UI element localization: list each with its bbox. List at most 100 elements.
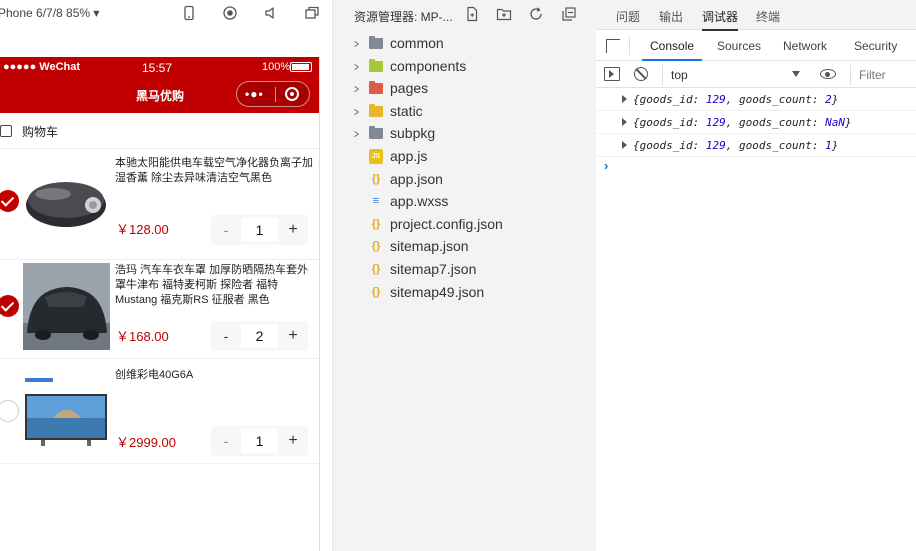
battery-percent: 100% (262, 61, 291, 73)
cart-item: 本驰太阳能供电车载空气净化器负离子加湿香薰 除尘去异味清洁空气黑色 ￥128.0… (0, 153, 319, 259)
device-selector[interactable]: Phone 6/7/8 85% ▾ (0, 6, 99, 20)
chevron-down-icon: ▾ (93, 6, 100, 20)
tab-output[interactable]: 输出 (659, 8, 683, 25)
filter-input[interactable] (850, 65, 916, 85)
cart-title: 购物车 (22, 124, 59, 139)
console-log-row[interactable]: {goods_id: 129, goods_count: NaN} (596, 112, 916, 134)
inspect-element-icon[interactable] (606, 39, 620, 53)
tree-folder[interactable]: > static (333, 101, 596, 123)
tree-file[interactable]: {} app.json (333, 169, 596, 191)
tree-item-label: app.wxss (390, 193, 449, 210)
tree-folder[interactable]: > common (333, 33, 596, 55)
tab-network[interactable]: Network (783, 39, 827, 53)
console-prompt[interactable]: › (604, 158, 608, 173)
file-icon: {} (371, 217, 381, 230)
decrease-button[interactable]: - (211, 321, 241, 351)
item-checkbox[interactable] (0, 190, 19, 212)
decrease-button[interactable]: - (211, 426, 241, 456)
item-checkbox[interactable] (0, 295, 19, 317)
tree-file[interactable]: JS app.js (333, 146, 596, 168)
phone-screen: ●●●●● WeChat 15:57 100% 黑马优购 •●• 购物车 本驰太… (0, 57, 320, 551)
tree-item-label: sitemap49.json (390, 283, 485, 300)
console-log-row[interactable]: {goods_id: 129, goods_count: 1} (596, 135, 916, 157)
file-icon: JS (369, 149, 383, 164)
tree-folder[interactable]: > components (333, 56, 596, 78)
folder-icon (369, 126, 383, 140)
cart-item: 浩玛 汽车车衣车罩 加厚防晒隔热车套外罩牛津布 福特麦柯斯 探险者 福特Must… (0, 263, 319, 369)
increase-button[interactable]: + (278, 426, 308, 456)
tree-item-label: app.js (390, 148, 428, 164)
collapse-all-icon[interactable] (561, 6, 577, 22)
chevron-right-icon[interactable]: > (354, 105, 359, 119)
tree-item-label: common (390, 35, 444, 51)
tree-file[interactable]: {} sitemap7.json (333, 259, 596, 281)
new-file-icon[interactable] (464, 6, 480, 22)
tree-folder[interactable]: > subpkg (333, 123, 596, 145)
tree-file[interactable]: ≡ app.wxss (333, 191, 596, 213)
log-text: {goods_id: 129, goods_count: 2} (633, 93, 839, 106)
folder-icon (369, 58, 383, 72)
tab-sources[interactable]: Sources (717, 39, 761, 53)
increase-button[interactable]: + (278, 321, 308, 351)
chevron-right-icon[interactable]: > (354, 60, 359, 74)
phone-icon[interactable] (181, 5, 197, 21)
tab-problems[interactable]: 问题 (616, 8, 640, 25)
tab-console[interactable]: Console (641, 39, 703, 61)
tree-folder[interactable]: > pages (333, 78, 596, 100)
product-image[interactable] (23, 263, 110, 350)
live-expression-icon[interactable] (820, 69, 836, 79)
tab-debugger[interactable]: 调试器 (702, 8, 739, 31)
product-price: ￥2999.00 (116, 435, 176, 450)
expand-triangle-icon[interactable] (622, 141, 627, 149)
quantity-input[interactable]: 2 (241, 324, 278, 348)
product-name[interactable]: 本驰太阳能供电车载空气净化器负离子加湿香薰 除尘去异味清洁空气黑色 (115, 156, 315, 186)
close-mini-program-icon[interactable] (285, 87, 299, 101)
clear-console-icon[interactable] (634, 67, 648, 81)
log-text: {goods_id: 129, goods_count: NaN} (633, 116, 852, 129)
show-sidebar-icon[interactable] (604, 67, 620, 81)
detach-window-icon[interactable] (304, 5, 320, 21)
tree-item-label: sitemap.json (390, 238, 469, 255)
chevron-right-icon[interactable]: > (354, 127, 359, 141)
product-image[interactable] (23, 368, 110, 455)
product-image[interactable] (23, 158, 110, 245)
console-log-row[interactable]: {goods_id: 129, goods_count: 2} (596, 89, 916, 111)
more-menu-icon[interactable]: •●• (245, 87, 264, 101)
mini-program-capsule: •●• (236, 81, 310, 107)
cart-item: 创维彩电40G6A ￥2999.00 - 1 + (0, 363, 319, 469)
tree-file[interactable]: {} sitemap49.json (333, 282, 596, 304)
divider (0, 259, 319, 260)
log-goods-id: 129 (705, 93, 726, 106)
tree-item-label: pages (390, 80, 429, 97)
divider (0, 148, 319, 149)
quantity-input[interactable]: 1 (241, 218, 278, 242)
tree-file[interactable]: {} project.config.json (333, 214, 596, 236)
item-checkbox[interactable] (0, 400, 19, 422)
explorer-title: 资源管理器: MP-... (354, 10, 453, 24)
product-name[interactable]: 浩玛 汽车车衣车罩 加厚防晒隔热车套外罩牛津布 福特麦柯斯 探险者 福特Must… (115, 263, 315, 308)
quantity-stepper: - 1 + (211, 426, 308, 456)
decrease-button[interactable]: - (211, 215, 241, 245)
new-folder-icon[interactable] (496, 6, 512, 22)
log-goods-id: 129 (705, 139, 726, 152)
tree-file[interactable]: {} sitemap.json (333, 236, 596, 258)
tab-security[interactable]: Security (854, 39, 897, 53)
navigation-bar: ●●●●● WeChat 15:57 100% 黑马优购 •●• (0, 57, 319, 113)
expand-triangle-icon[interactable] (622, 95, 627, 103)
quantity-stepper: - 2 + (211, 321, 308, 351)
record-icon[interactable] (222, 5, 238, 21)
expand-triangle-icon[interactable] (622, 118, 627, 126)
product-name[interactable]: 创维彩电40G6A (115, 368, 315, 383)
volume-icon[interactable] (263, 5, 279, 21)
quantity-input[interactable]: 1 (241, 429, 278, 453)
folder-icon (369, 36, 383, 49)
toolbar-divider (629, 37, 630, 55)
chevron-right-icon[interactable]: > (354, 82, 359, 96)
refresh-icon[interactable] (528, 6, 544, 22)
capsule-divider (275, 87, 276, 102)
context-selector[interactable]: top (662, 65, 808, 85)
increase-button[interactable]: + (278, 215, 308, 245)
signal-indicator: ●●●●● WeChat (3, 61, 81, 73)
tab-terminal[interactable]: 终端 (756, 8, 780, 25)
chevron-right-icon[interactable]: > (354, 37, 359, 51)
